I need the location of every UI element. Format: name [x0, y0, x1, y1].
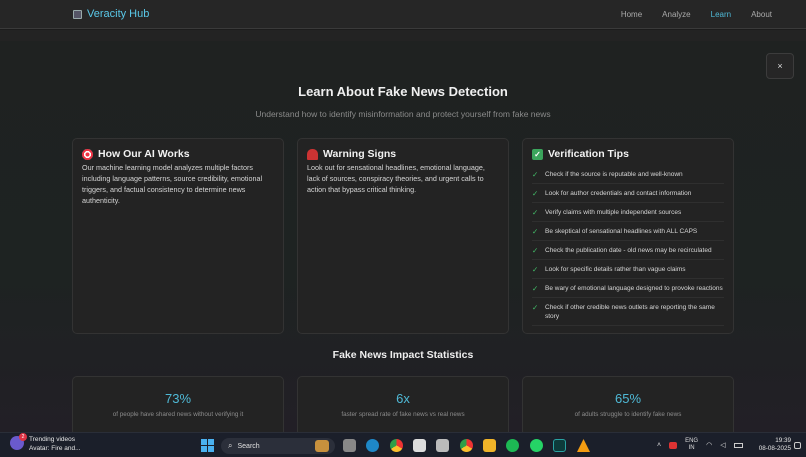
- modal-title: Learn About Fake News Detection: [298, 84, 508, 99]
- checkmark-icon: ✓: [532, 226, 539, 236]
- list-item: ✓ Look for author credentials and contact…: [532, 184, 724, 203]
- search-placeholder: Search: [237, 442, 260, 450]
- notification-bell-icon[interactable]: [794, 442, 801, 449]
- modal-subtitle: Understand how to identify misinformatio…: [255, 109, 551, 119]
- task-view-icon[interactable]: [343, 439, 356, 452]
- nav-link-analyze[interactable]: Analyze: [652, 10, 700, 19]
- nav-link-home[interactable]: Home: [611, 10, 652, 19]
- page-band: [0, 30, 806, 41]
- stat-value: 6x: [396, 391, 410, 406]
- tip-text: Look for specific details rather than va…: [545, 265, 686, 273]
- language-indicator[interactable]: ENG IN: [685, 438, 698, 452]
- card-verification-tips: ✓ Verification Tips ✓ Check if the source…: [522, 138, 734, 334]
- close-button[interactable]: ×: [766, 53, 794, 79]
- whatsapp-icon[interactable]: [530, 439, 543, 452]
- stat-card: 65% of adults struggle to identify fake …: [522, 376, 734, 432]
- card-heading: ✓ Verification Tips: [532, 148, 724, 160]
- nav-link-learn[interactable]: Learn: [701, 10, 741, 19]
- checkmark-icon: ✓: [532, 169, 539, 179]
- notification-badge: 2: [19, 433, 27, 441]
- widget-text: Trending videos Avatar: Fire and...: [29, 436, 81, 453]
- wifi-icon[interactable]: ◠: [706, 441, 712, 449]
- card-body: Look out for sensational headlines, emot…: [307, 163, 485, 194]
- tip-text: Check if the source is reputable and wel…: [545, 170, 683, 178]
- card-heading-text: Verification Tips: [548, 148, 629, 160]
- edge-icon[interactable]: [366, 439, 379, 452]
- card-how-ai-works: How Our AI Works Our machine learning mo…: [72, 138, 284, 334]
- widgets-button[interactable]: 2 Trending videos Avatar: Fire and...: [10, 433, 81, 453]
- checkmark-icon: ✓: [532, 264, 539, 274]
- stat-value: 65%: [614, 391, 642, 406]
- stat-label: faster spread rate of fake news vs real …: [341, 411, 465, 418]
- newspaper-icon: [73, 9, 82, 19]
- nav-link-about[interactable]: About: [741, 10, 790, 19]
- checkmark-icon: ✓: [532, 207, 539, 217]
- card-heading: Warning Signs: [307, 148, 499, 160]
- tip-text: Check the publication date - old news ma…: [545, 246, 712, 254]
- widget-title: Trending videos: [29, 436, 76, 443]
- clock-time: 19:39: [775, 437, 791, 444]
- system-tray: ˄ ENG IN ◠ ◁: [657, 438, 743, 452]
- tip-text: Be skeptical of sensational headlines wi…: [545, 227, 698, 235]
- stat-card: 73% of people have shared news without v…: [72, 376, 284, 432]
- taskbar-search[interactable]: ⌕ Search: [221, 438, 335, 454]
- lang-code: ENG: [685, 438, 699, 444]
- card-body: Our machine learning model analyzes mult…: [82, 163, 263, 205]
- windows-start-icon[interactable]: [201, 439, 214, 452]
- top-navbar: Veracity Hub Home Analyze Learn About: [0, 0, 806, 29]
- chevron-up-icon[interactable]: ˄: [657, 442, 661, 449]
- target-icon: [82, 148, 93, 160]
- checkmark-icon: ✓: [532, 188, 539, 198]
- app-tray-icon[interactable]: [669, 441, 678, 449]
- alarm-icon: [307, 148, 318, 160]
- brand[interactable]: Veracity Hub: [73, 8, 149, 20]
- list-item: ✓ Check if other credible news outlets ar…: [532, 298, 724, 326]
- card-warning-signs: Warning Signs Look out for sensational h…: [297, 138, 509, 334]
- card-heading-text: Warning Signs: [323, 148, 397, 160]
- brand-name: Veracity Hub: [87, 8, 150, 20]
- chrome-profile-icon[interactable]: [460, 439, 473, 452]
- store-icon[interactable]: [413, 439, 426, 452]
- tip-text: Be wary of emotional language designed t…: [545, 284, 723, 292]
- checkmark-icon: ✓: [532, 302, 539, 312]
- stat-label: of adults struggle to identify fake news: [574, 411, 682, 418]
- check-icon: ✓: [532, 148, 543, 160]
- card-heading-text: How Our AI Works: [98, 148, 190, 160]
- widget-subtitle: Avatar: Fire and...: [29, 444, 81, 452]
- nav-links: Home Analyze Learn About: [611, 10, 790, 19]
- spotify-icon[interactable]: [506, 439, 519, 452]
- taskbar: 2 Trending videos Avatar: Fire and... ⌕ …: [0, 432, 806, 457]
- tips-list: ✓ Check if the source is reputable and we…: [532, 165, 724, 326]
- vlc-icon[interactable]: [577, 439, 590, 452]
- list-item: ✓ Be wary of emotional language designed …: [532, 279, 724, 298]
- search-icon: ⌕: [228, 441, 233, 450]
- widgets-icon: 2: [10, 433, 27, 450]
- checkmark-icon: ✓: [532, 283, 539, 293]
- volume-icon[interactable]: ◁: [720, 441, 725, 449]
- stat-label: of people have shared news without verif…: [112, 411, 244, 418]
- list-item: ✓ Be skeptical of sensational headlines w…: [532, 222, 724, 241]
- search-highlight-icon: [315, 440, 329, 452]
- checkmark-icon: ✓: [532, 245, 539, 255]
- tip-text: Check if other credible news outlets are…: [545, 303, 715, 320]
- stats-title: Fake News Impact Statistics: [332, 349, 474, 361]
- list-item: ✓ Verify claims with multiple independent…: [532, 203, 724, 222]
- chrome-icon[interactable]: [390, 439, 403, 452]
- lang-region: IN: [688, 445, 695, 451]
- terminal-app-icon[interactable]: [553, 439, 566, 452]
- list-item: ✓ Look for specific details rather than v…: [532, 260, 724, 279]
- stat-card: 6x faster spread rate of fake news vs re…: [297, 376, 509, 432]
- battery-icon[interactable]: [733, 442, 743, 448]
- clock-date: 08-08-2025: [758, 445, 791, 452]
- learn-modal: × Learn About Fake News Detection Unders…: [0, 41, 806, 432]
- tip-text: Verify claims with multiple independent …: [545, 208, 682, 216]
- list-item: ✓ Check if the source is reputable and we…: [532, 165, 724, 184]
- card-heading: How Our AI Works: [82, 148, 274, 160]
- notepad-icon[interactable]: [436, 439, 449, 452]
- clock[interactable]: 19:39 08-08-2025: [757, 437, 791, 453]
- file-explorer-icon[interactable]: [483, 439, 496, 452]
- list-item: ✓ Check the publication date - old news m…: [532, 241, 724, 260]
- stat-value: 73%: [164, 391, 192, 406]
- tip-text: Look for author credentials and contact …: [545, 189, 692, 197]
